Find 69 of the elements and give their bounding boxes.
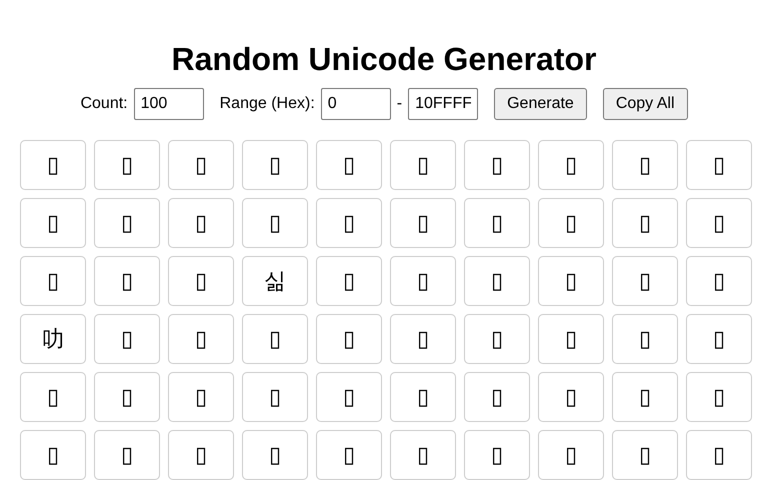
character-tile[interactable]: 叻 <box>20 314 86 364</box>
character-tile[interactable]: ▯ <box>20 430 86 480</box>
character-tile[interactable]: ▯ <box>242 314 308 364</box>
character-tile[interactable]: ▯ <box>94 198 160 248</box>
character-tile[interactable]: ▯ <box>464 372 530 422</box>
character-tile[interactable]: ▯ <box>612 314 678 364</box>
character-tile[interactable]: ▯ <box>242 372 308 422</box>
character-tile[interactable]: ▯ <box>20 198 86 248</box>
character-tile[interactable]: ▯ <box>464 140 530 190</box>
character-tile[interactable]: ▯ <box>20 140 86 190</box>
character-tile[interactable]: ▯ <box>464 430 530 480</box>
range-start-field[interactable]: 0 <box>320 88 391 120</box>
character-tile[interactable]: ▯ <box>168 256 234 306</box>
character-tile[interactable]: ▯ <box>242 140 308 190</box>
character-tile[interactable]: ▯ <box>538 314 604 364</box>
range-label: Range (Hex): <box>220 95 315 113</box>
character-tile[interactable]: ▯ <box>94 430 160 480</box>
character-tile[interactable]: ▯ <box>242 198 308 248</box>
character-tile[interactable]: ▯ <box>464 314 530 364</box>
character-tile[interactable]: ▯ <box>686 372 752 422</box>
character-tile[interactable]: ▯ <box>390 314 456 364</box>
character-tile[interactable]: ▯ <box>316 430 382 480</box>
character-tile[interactable]: ▯ <box>316 198 382 248</box>
character-tile[interactable]: ▯ <box>94 314 160 364</box>
character-tile[interactable]: ▯ <box>390 430 456 480</box>
character-tile[interactable]: ▯ <box>94 140 160 190</box>
character-tile[interactable]: ▯ <box>168 372 234 422</box>
character-tile[interactable]: ▯ <box>686 140 752 190</box>
copy-button[interactable]: Copy All <box>602 88 688 120</box>
character-tile[interactable]: ▯ <box>242 430 308 480</box>
character-tile[interactable]: ▯ <box>686 430 752 480</box>
character-tile[interactable]: ▯ <box>94 372 160 422</box>
character-tile[interactable]: ▯ <box>686 314 752 364</box>
character-tile[interactable]: ▯ <box>612 256 678 306</box>
character-tile[interactable]: ▯ <box>612 198 678 248</box>
character-tile[interactable]: ▯ <box>612 140 678 190</box>
character-tile[interactable]: ▯ <box>94 256 160 306</box>
range-separator: - <box>396 95 402 113</box>
character-tile[interactable]: ▯ <box>316 372 382 422</box>
character-tile[interactable]: ▯ <box>390 256 456 306</box>
character-tile[interactable]: ▯ <box>612 372 678 422</box>
character-tile[interactable]: ▯ <box>168 198 234 248</box>
character-tile[interactable]: ▯ <box>168 140 234 190</box>
character-tile[interactable]: ▯ <box>168 430 234 480</box>
character-tile[interactable]: ▯ <box>390 140 456 190</box>
character-tile[interactable]: ▯ <box>612 430 678 480</box>
range-end-field[interactable]: 10FFFF <box>408 88 478 120</box>
character-tile[interactable]: ▯ <box>464 256 530 306</box>
page-title: Random Unicode Generator <box>172 40 596 78</box>
count-field[interactable]: 100 <box>134 88 204 120</box>
count-label: Count: <box>80 95 128 113</box>
character-tile[interactable]: ▯ <box>538 140 604 190</box>
character-tile[interactable]: ▯ <box>390 198 456 248</box>
character-tile[interactable]: ▯ <box>538 198 604 248</box>
character-tile[interactable]: ▯ <box>390 372 456 422</box>
character-tile[interactable]: ▯ <box>538 256 604 306</box>
character-tile[interactable]: ▯ <box>316 314 382 364</box>
character-tile[interactable]: ▯ <box>316 140 382 190</box>
character-tile[interactable]: ▯ <box>686 198 752 248</box>
character-tile[interactable]: ▯ <box>168 314 234 364</box>
character-tile[interactable]: 싦 <box>242 256 308 306</box>
character-tile[interactable]: ▯ <box>538 372 604 422</box>
generate-button[interactable]: Generate <box>494 88 587 120</box>
character-tile[interactable]: ▯ <box>20 256 86 306</box>
character-tile[interactable]: ▯ <box>20 372 86 422</box>
character-tile[interactable]: ▯ <box>316 256 382 306</box>
character-tile[interactable]: ▯ <box>538 430 604 480</box>
character-tile[interactable]: ▯ <box>686 256 752 306</box>
character-tile[interactable]: ▯ <box>464 198 530 248</box>
